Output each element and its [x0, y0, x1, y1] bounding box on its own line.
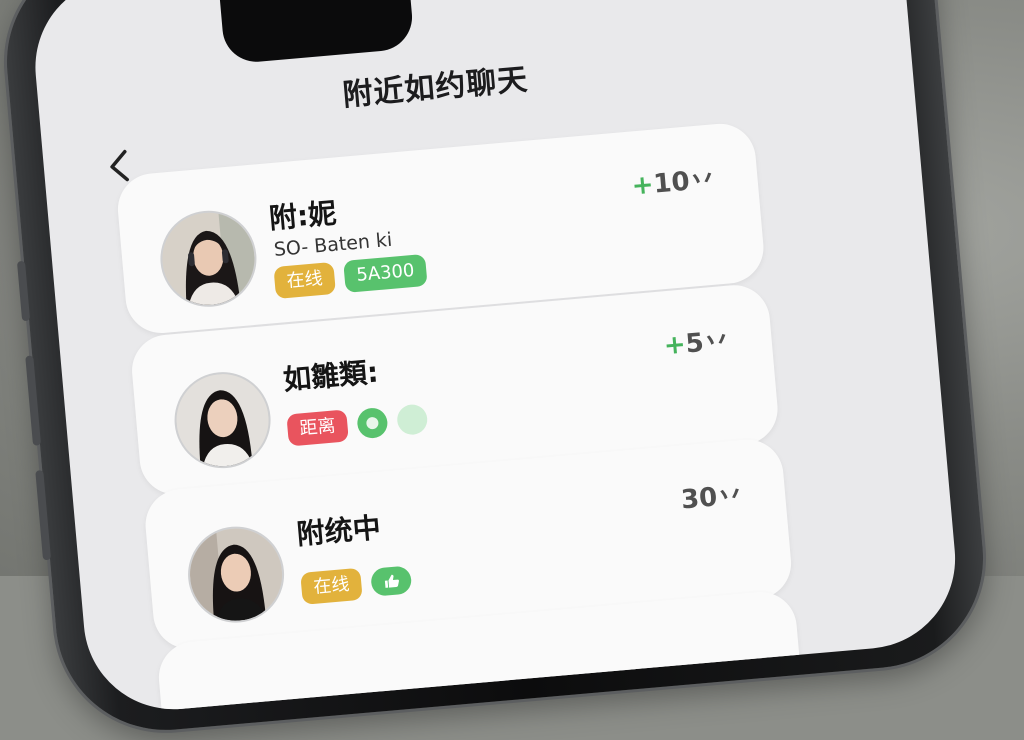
user-name: 如雛類:: [281, 355, 380, 397]
tag-row: 距离: [286, 402, 429, 447]
points-text: 10丷: [652, 164, 717, 200]
user-name: 附:妮: [267, 196, 338, 236]
thumbs-up-icon: [370, 565, 413, 597]
distance-badge: 距离: [286, 409, 349, 447]
points-value: +5丷: [662, 320, 731, 363]
avatar-image: [158, 208, 259, 309]
page-title: 附近如约聊天: [38, 21, 913, 141]
avatar[interactable]: [170, 368, 275, 473]
avatar-image: [186, 524, 286, 625]
user-name: 附统中: [295, 510, 382, 552]
points-value: +10丷: [630, 158, 717, 202]
online-badge: 在线: [273, 261, 336, 300]
app-screen: 附近如约聊天 附:妮 SO- Baten ki 在线 5A300 +10丷 如雛…: [27, 0, 963, 717]
tag-row: 在线 5A300: [273, 253, 428, 300]
page-title-text: 附近如约聊天: [341, 62, 530, 114]
distance-badge: 5A300: [343, 253, 428, 293]
avatar-image: [172, 370, 273, 470]
phone-frame: 附近如约聊天 附:妮 SO- Baten ki 在线 5A300 +10丷 如雛…: [0, 0, 993, 740]
avatar[interactable]: [184, 522, 289, 627]
plus-sign: +: [662, 329, 687, 362]
avatar[interactable]: [156, 206, 261, 311]
status-dot-icon: [356, 406, 389, 440]
status-dot-icon: [395, 403, 429, 436]
plus-sign: +: [630, 169, 655, 202]
tag-row: 在线: [300, 563, 413, 605]
points-text: 30丷: [679, 480, 745, 516]
points-value: 30丷: [679, 474, 745, 516]
online-badge: 在线: [300, 567, 363, 605]
thumbs-up-glyph: [384, 574, 399, 588]
points-text: 5丷: [684, 325, 731, 360]
dynamic-island: [217, 0, 415, 65]
